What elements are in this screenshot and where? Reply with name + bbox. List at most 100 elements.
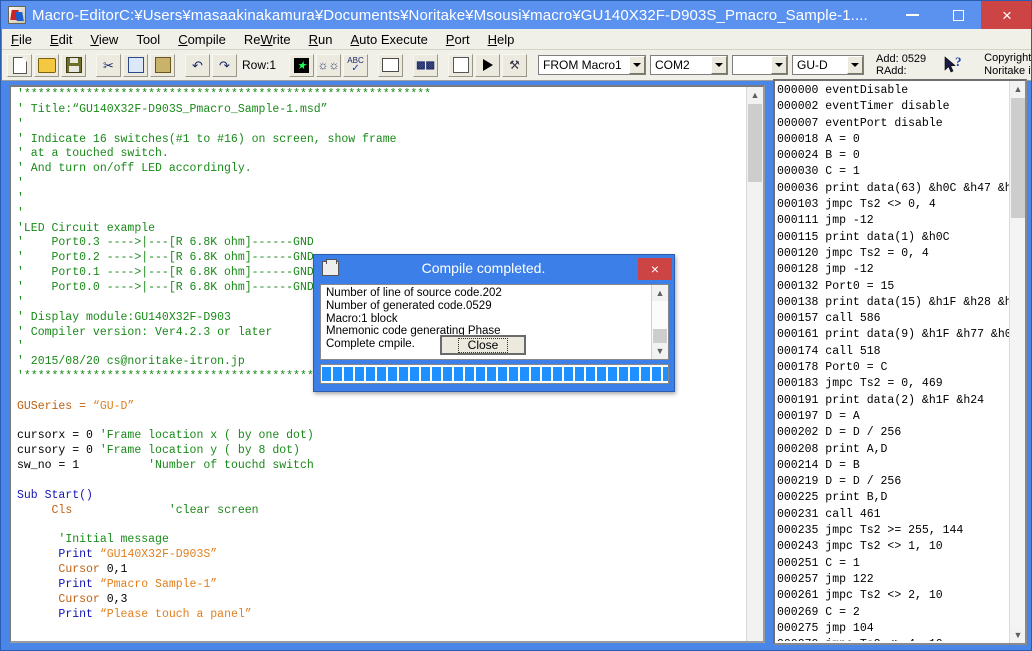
menu-help[interactable]: Help (479, 30, 524, 49)
dialog-message-line: Macro:1 block (326, 313, 502, 326)
dialog-scroll-down-icon[interactable]: ▼ (652, 343, 668, 359)
copyright-line-1: Copyright(c) 2003.4 (984, 52, 1032, 65)
code-token: Cls (52, 504, 73, 517)
port-select[interactable]: COM2 (650, 55, 728, 75)
menu-compile[interactable]: Compile (169, 30, 235, 49)
code-token: ' (17, 192, 24, 205)
two-page-button[interactable]: ▩▩ (413, 54, 438, 77)
listing-line: 000251 C = 1 (777, 556, 1009, 572)
dialog-close-button[interactable]: × (638, 258, 672, 280)
listing-line: 000275 jmp 104 (777, 621, 1009, 637)
run-button[interactable] (475, 54, 500, 77)
menu-view[interactable]: View (81, 30, 127, 49)
menu-run[interactable]: Run (300, 30, 342, 49)
find-button[interactable]: ☼☼ (316, 54, 341, 77)
svg-text:?: ? (955, 55, 962, 69)
save-file-button[interactable] (61, 54, 86, 77)
listing-line: 000243 jmpc Ts2 <> 1, 10 (777, 539, 1009, 555)
redo-button[interactable]: ↷ (212, 54, 237, 77)
code-token (17, 578, 58, 591)
tools-icon: ⚒ (509, 58, 520, 72)
copyright-text: Copyright(c) 2003.4 Noritake itron corp. (984, 52, 1032, 78)
undo-button[interactable]: ↶ (185, 54, 210, 77)
progress-cell (476, 367, 485, 381)
scroll-up-icon[interactable]: ▲ (747, 87, 763, 103)
macro-select[interactable]: FROM Macro1 (538, 55, 646, 75)
code-line: GUSeries = “GU-D” (17, 400, 745, 415)
context-help-button[interactable]: ? (940, 53, 968, 77)
code-line (17, 518, 745, 533)
code-token (17, 504, 52, 517)
copy-button[interactable] (123, 54, 148, 77)
open-file-button[interactable] (34, 54, 59, 77)
code-token (17, 548, 58, 561)
code-line (17, 474, 745, 489)
settings-button[interactable]: ⚒ (502, 54, 527, 77)
new-file-button[interactable] (7, 54, 32, 77)
listing-scroll-thumb[interactable] (1011, 98, 1025, 218)
series-select[interactable]: GU-D (792, 55, 864, 75)
menu-file[interactable]: File (2, 30, 41, 49)
code-line: ' at a touched switch. (17, 147, 745, 162)
listing-scroll-down-icon[interactable]: ▼ (1010, 627, 1026, 643)
menu-edit[interactable]: Edit (41, 30, 81, 49)
title-bar: Macro-EditorC:¥Users¥masaakinakamura¥Doc… (1, 1, 1032, 29)
menu-tool[interactable]: Tool (127, 30, 169, 49)
binoculars-icon: ☼☼ (318, 58, 340, 72)
dialog-body: Number of line of source code.202Number … (320, 284, 669, 387)
paste-button[interactable] (150, 54, 175, 77)
editor-scroll-thumb[interactable] (748, 104, 762, 182)
code-token: GUSeries = (17, 400, 93, 413)
code-line (17, 415, 745, 430)
maximize-button[interactable] (935, 1, 981, 29)
listing-line: 000214 D = B (777, 458, 1009, 474)
spell-check-button[interactable]: ABC✓ (343, 54, 368, 77)
code-token: ' at a touched switch. (17, 147, 169, 160)
progress-cell (531, 367, 540, 381)
listing-button[interactable] (448, 54, 473, 77)
listing-scroll-up-icon[interactable]: ▲ (1010, 81, 1026, 97)
progress-cell (586, 367, 595, 381)
menu-auto-execute[interactable]: Auto Execute (341, 30, 436, 49)
dialog-scroll-up-icon[interactable]: ▲ (652, 285, 668, 301)
code-token: Print (58, 578, 99, 591)
floppy-disk-icon (66, 57, 82, 73)
listing-line: 000103 jmpc Ts2 <> 0, 4 (777, 197, 1009, 213)
menu-port[interactable]: Port (437, 30, 479, 49)
code-line: cursory = 0 'Frame location y ( by 8 dot… (17, 444, 745, 459)
code-line: Cursor 0,3 (17, 593, 745, 608)
mnemonic-listing-pane[interactable]: 000000 eventDisable000002 eventTimer dis… (773, 79, 1027, 645)
listing-line: 000161 print data(9) &h1F &h77 &h03 (777, 327, 1009, 343)
progress-cell (542, 367, 551, 381)
code-line: ' Indicate 16 switches(#1 to #16) on scr… (17, 133, 745, 148)
macro-editor-icon (8, 6, 26, 24)
listing-vertical-scrollbar[interactable]: ▲ ▼ (1009, 81, 1025, 643)
clipboard-icon (155, 57, 171, 73)
dialog-ok-close-button[interactable]: Close (440, 335, 526, 355)
progress-cell (663, 367, 669, 381)
compile-button[interactable]: ★ (289, 54, 314, 77)
progress-cell (454, 367, 463, 381)
preview-button[interactable] (378, 54, 403, 77)
menu-rewrite[interactable]: ReWrite (235, 30, 300, 49)
progress-cell (443, 367, 452, 381)
listing-line: 000197 D = A (777, 409, 1009, 425)
undo-arrow-icon: ↶ (192, 59, 203, 72)
blank-select[interactable] (732, 55, 788, 75)
progress-cell (564, 367, 573, 381)
code-token: 'Number of touchd switch (148, 459, 314, 472)
code-token: 'clear screen (169, 504, 259, 517)
dialog-list-scrollbar[interactable]: ▲ ▼ (651, 285, 668, 359)
compile-completed-dialog: Compile completed. × Number of line of s… (313, 254, 675, 392)
minimize-button[interactable] (889, 1, 935, 29)
copyright-line-2: Noritake itron corp. (984, 65, 1032, 78)
close-button[interactable]: × (981, 1, 1032, 29)
code-line: Cls 'clear screen (17, 504, 745, 519)
progress-cell (465, 367, 474, 381)
editor-vertical-scrollbar[interactable]: ▲ (746, 87, 763, 641)
toolbar: ✂ ↶ ↷ Row:1 ★ ☼☼ ABC✓ ▩▩ ⚒ FROM Macro1 C… (2, 50, 1032, 81)
progress-cell (432, 367, 441, 381)
help-cursor-icon: ? (942, 55, 966, 75)
cut-button[interactable]: ✂ (96, 54, 121, 77)
two-page-icon: ▩▩ (416, 60, 435, 71)
